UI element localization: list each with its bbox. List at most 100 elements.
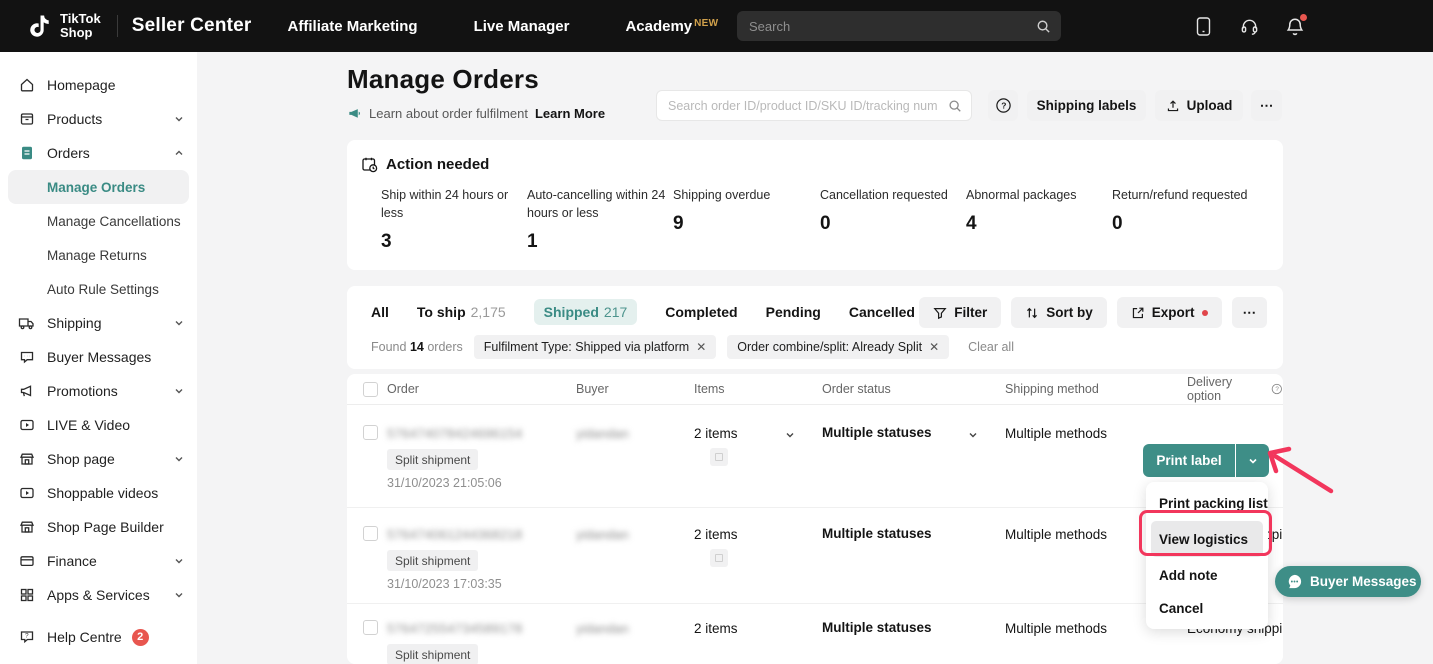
upload-button[interactable]: Upload [1155,90,1243,121]
menu-item-view-logistics[interactable]: View logistics [1151,521,1263,557]
search-icon [948,99,962,113]
help-centre-badge: 2 [132,629,149,646]
learn-more-link[interactable]: Learn More [535,106,605,121]
bell-icon[interactable] [1285,16,1305,36]
sidebar-item-help-centre[interactable]: ? Help Centre 2 [0,620,197,654]
order-status: Multiple statuses [822,425,932,440]
sidebar-item-manage-returns[interactable]: Manage Returns [0,238,197,272]
sidebar-item-auto-rule-settings[interactable]: Auto Rule Settings [0,272,197,306]
sidebar-item-manage-cancellations[interactable]: Manage Cancellations [0,204,197,238]
nav-link-affiliate-marketing[interactable]: Affiliate Marketing [288,18,418,35]
toolbar-more-button[interactable]: ⋯ [1232,297,1268,328]
print-label-dropdown-toggle[interactable] [1236,444,1269,477]
tab-completed[interactable]: Completed [665,304,737,320]
sidebar-item-label: Finance [47,553,173,569]
stat-cancellation-requested[interactable]: Cancellation requested0 [820,186,990,235]
filter-chip-order-combine-split[interactable]: Order combine/split: Already Split✕ [727,335,949,359]
print-label-dropdown-menu: Print packing list View logistics Add no… [1146,482,1268,629]
menu-item-print-packing-list[interactable]: Print packing list [1146,488,1268,518]
svg-text:?: ? [1001,100,1006,110]
sidebar-item-apps-services[interactable]: Apps & Services [0,578,197,612]
found-orders-text: Found 14 orders [371,340,463,354]
stat-abnormal-packages[interactable]: Abnormal packages4 [966,186,1136,235]
nav-link-academy[interactable]: AcademyNEW [625,18,718,35]
sidebar-item-finance[interactable]: Finance [0,544,197,578]
sidebar-item-label: Homepage [47,77,185,93]
col-header-order: Order [387,374,419,404]
row-checkbox[interactable] [363,425,378,440]
navbar-search[interactable] [737,11,1061,41]
header-more-button[interactable]: ⋯ [1251,90,1282,121]
question-circle-icon[interactable]: ? [1271,383,1283,395]
action-needed-icon [361,156,378,173]
sidebar-item-shoppable-videos[interactable]: Shoppable videos [0,476,197,510]
tiktok-shop-logo[interactable]: TikTok Shop [26,12,101,40]
order-id-blurred[interactable]: 576474078424696154 [387,426,523,441]
stat-shipping-overdue[interactable]: Shipping overdue9 [673,186,843,235]
navbar-search-input[interactable] [749,19,1036,34]
item-thumbnail[interactable] [710,448,728,466]
shipping-method: Multiple methods [1005,621,1107,636]
item-thumbnail[interactable] [710,549,728,567]
sidebar-item-products[interactable]: Products [0,102,197,136]
sidebar-item-homepage[interactable]: Homepage [0,68,197,102]
filter-chip-fulfilment-type[interactable]: Fulfilment Type: Shipped via platform✕ [474,335,717,359]
tab-to-ship[interactable]: To ship2,175 [417,304,506,320]
orders-table-card: Order Buyer Items Order status Shipping … [347,374,1283,664]
shipping-labels-button[interactable]: Shipping labels [1027,90,1146,121]
menu-item-cancel[interactable]: Cancel [1146,593,1268,623]
sidebar-item-live-video[interactable]: LIVE & Video [0,408,197,442]
stat-return-refund[interactable]: Return/refund requested0 [1112,186,1282,235]
print-label-button[interactable]: Print label [1143,444,1235,477]
stat-auto-cancelling[interactable]: Auto-cancelling within 24 hours or less1 [527,186,677,253]
sidebar-item-orders[interactable]: Orders [0,136,197,170]
help-button[interactable]: ? [988,90,1018,121]
order-search-input[interactable] [668,99,948,113]
notification-dot [1299,13,1308,22]
sidebar-item-promotions[interactable]: Promotions [0,374,197,408]
products-icon [18,111,35,128]
headset-icon[interactable] [1239,16,1259,36]
sort-button[interactable]: Sort by [1011,297,1107,328]
menu-item-add-note[interactable]: Add note [1146,560,1268,590]
sidebar-item-shop-page-builder[interactable]: Shop Page Builder [0,510,197,544]
chip-close-icon[interactable]: ✕ [929,340,939,354]
stat-ship-within-24h[interactable]: Ship within 24 hours or less3 [381,186,531,253]
select-all-checkbox[interactable] [363,382,378,397]
row-checkbox[interactable] [363,526,378,541]
buyer-messages-button[interactable]: Buyer Messages [1275,566,1421,597]
shipping-method: Multiple methods [1005,426,1107,441]
order-search[interactable] [656,90,972,121]
chevron-down-icon [173,453,185,465]
tab-pending[interactable]: Pending [766,304,821,320]
sidebar-item-buyer-messages[interactable]: Buyer Messages [0,340,197,374]
items-count: 2 items [694,527,738,542]
chip-close-icon[interactable]: ✕ [696,340,706,354]
export-button[interactable]: Export [1117,297,1222,328]
filter-button[interactable]: Filter [919,297,1001,328]
col-header-items: Items [694,374,725,404]
tab-shipped[interactable]: Shipped217 [534,299,638,325]
nav-link-live-manager[interactable]: Live Manager [474,18,570,35]
sort-icon [1025,306,1039,320]
row-checkbox[interactable] [363,620,378,635]
sidebar-item-shipping[interactable]: Shipping [0,306,197,340]
seller-center-app: TikTok Shop Seller Center Affiliate Mark… [0,0,1433,664]
order-id-blurred[interactable]: 576472554734589178 [387,621,523,636]
svg-text:?: ? [25,633,29,640]
order-id-blurred[interactable]: 576474061244368218 [387,527,523,542]
logo-line2: Shop [60,26,101,40]
action-needed-title: Action needed [386,156,489,173]
chevron-down-icon [173,317,185,329]
tab-all[interactable]: All [371,304,389,320]
sidebar-item-shop-page[interactable]: Shop page [0,442,197,476]
tab-cancelled[interactable]: Cancelled [849,304,915,320]
split-shipment-tag: Split shipment [387,550,478,571]
sidebar-item-manage-orders[interactable]: Manage Orders [8,170,189,204]
mobile-icon[interactable] [1193,16,1213,36]
chevron-down-icon[interactable] [967,429,979,441]
clear-all-link[interactable]: Clear all [968,340,1014,354]
svg-text:?: ? [1276,386,1280,393]
sidebar-item-label: Apps & Services [47,587,173,603]
chevron-down-icon[interactable] [784,429,796,441]
